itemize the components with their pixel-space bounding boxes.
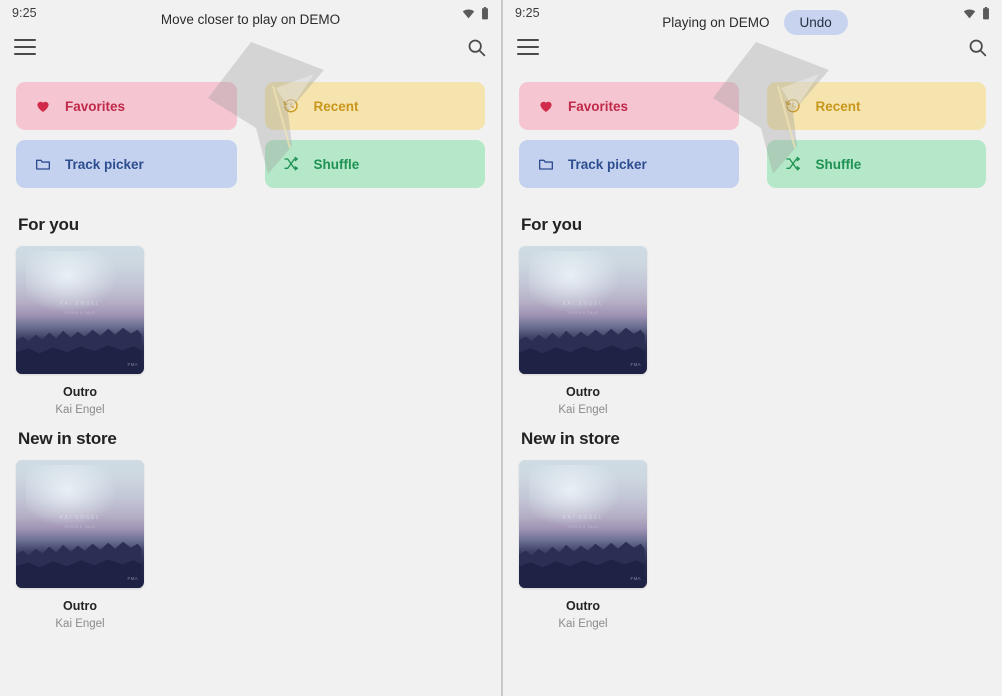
chip-label-track-picker: Track picker — [65, 156, 144, 172]
phone-screen-after: 9:25 Playing on DEMO Undo Favorites Rece… — [501, 0, 1002, 696]
history-icon — [785, 98, 802, 115]
album-art-subtitle-text: Irsen's Tale — [64, 524, 96, 529]
heart-icon — [537, 98, 554, 115]
chip-recent[interactable]: Recent — [766, 82, 986, 130]
app-bar — [503, 26, 1002, 68]
album-card[interactable]: Kai Engel Irsen's Tale FMA Outro Kai Eng… — [16, 246, 144, 416]
chip-favorites[interactable]: Favorites — [16, 82, 237, 130]
album-art-badge: FMA — [127, 362, 138, 368]
section-title: For you — [521, 215, 582, 234]
album-art-subtitle-text: Irsen's Tale — [64, 310, 96, 315]
status-clock: 9:25 — [515, 6, 540, 20]
hamburger-menu-icon[interactable] — [14, 39, 36, 55]
album-title: Outro — [62, 385, 98, 399]
chip-label-track-picker: Track picker — [568, 156, 647, 172]
album-art-badge: FMA — [630, 362, 641, 368]
hamburger-menu-icon[interactable] — [517, 39, 539, 55]
chip-label-favorites: Favorites — [65, 98, 126, 114]
chip-shuffle[interactable]: Shuffle — [766, 140, 986, 188]
section-for-you: For you Kai Engel Irsen's Tale FMA Outro… — [519, 215, 986, 416]
album-art-subtitle-text: Irsen's Tale — [567, 524, 599, 529]
album-art-badge: FMA — [127, 576, 138, 582]
quick-actions-grid: Favorites Recent Track picker Shuffle — [503, 82, 1002, 188]
status-bar: 9:25 — [0, 0, 501, 26]
wifi-icon — [963, 7, 976, 20]
chip-label-recent: Recent — [815, 98, 861, 114]
quick-actions-grid: Favorites Recent Track picker Shuffle — [0, 82, 501, 188]
album-artist: Kai Engel — [55, 618, 105, 630]
album-art-title-text: Kai Engel — [59, 515, 101, 522]
section-title: New in store — [18, 429, 117, 448]
chip-favorites[interactable]: Favorites — [519, 82, 739, 130]
screenshot-stage: 9:25 Move closer to play on DEMO Favorit… — [0, 0, 1002, 696]
chip-label-shuffle: Shuffle — [313, 156, 360, 172]
album-art: Kai Engel Irsen's Tale FMA — [519, 460, 647, 588]
album-card[interactable]: Kai Engel Irsen's Tale FMA Outro Kai Eng… — [16, 460, 144, 630]
album-art-skyline — [519, 327, 645, 374]
search-icon[interactable] — [466, 37, 487, 58]
shuffle-icon — [785, 156, 802, 173]
album-title: Outro — [62, 599, 98, 613]
app-bar — [0, 26, 501, 68]
chip-recent[interactable]: Recent — [264, 82, 485, 130]
phone-screen-before: 9:25 Move closer to play on DEMO Favorit… — [0, 0, 501, 696]
section-new-in-store: New in store Kai Engel Irsen's Tale FMA … — [16, 429, 485, 630]
album-title: Outro — [565, 385, 601, 399]
folder-icon — [34, 156, 51, 173]
album-art-skyline — [16, 541, 142, 588]
chip-label-recent: Recent — [313, 98, 359, 114]
album-art-title-text: Kai Engel — [59, 301, 101, 308]
album-art-subtitle-text: Irsen's Tale — [567, 310, 599, 315]
album-artist: Kai Engel — [558, 618, 608, 630]
search-icon[interactable] — [967, 37, 988, 58]
album-artist: Kai Engel — [558, 404, 608, 416]
chip-track-picker[interactable]: Track picker — [16, 140, 237, 188]
folder-icon — [537, 156, 554, 173]
status-bar: 9:25 — [503, 0, 1002, 26]
chip-label-favorites: Favorites — [568, 98, 629, 114]
album-art-skyline — [16, 327, 142, 374]
chip-track-picker[interactable]: Track picker — [519, 140, 739, 188]
section-new-in-store: New in store Kai Engel Irsen's Tale FMA … — [519, 429, 986, 630]
album-art-title-text: Kai Engel — [562, 515, 604, 522]
section-for-you: For you Kai Engel Irsen's Tale FMA Outro… — [16, 215, 485, 416]
history-icon — [283, 98, 300, 115]
album-art: Kai Engel Irsen's Tale FMA — [16, 246, 144, 374]
content-scroll-area[interactable]: For you Kai Engel Irsen's Tale FMA Outro… — [503, 205, 1002, 696]
shuffle-icon — [283, 156, 300, 173]
album-artist: Kai Engel — [55, 404, 105, 416]
status-icon-group — [963, 6, 990, 20]
section-title: New in store — [521, 429, 620, 448]
album-art: Kai Engel Irsen's Tale FMA — [16, 460, 144, 588]
wifi-icon — [462, 7, 475, 20]
album-art-skyline — [519, 541, 645, 588]
battery-icon — [982, 6, 990, 20]
status-clock: 9:25 — [12, 6, 37, 20]
status-icon-group — [462, 6, 489, 20]
heart-icon — [34, 98, 51, 115]
album-art: Kai Engel Irsen's Tale FMA — [519, 246, 647, 374]
chip-shuffle[interactable]: Shuffle — [264, 140, 485, 188]
album-card[interactable]: Kai Engel Irsen's Tale FMA Outro Kai Eng… — [519, 246, 647, 416]
battery-icon — [481, 6, 489, 20]
chip-label-shuffle: Shuffle — [815, 156, 862, 172]
undo-button[interactable]: Undo — [783, 10, 848, 35]
album-title: Outro — [565, 599, 601, 613]
content-scroll-area[interactable]: For you Kai Engel Irsen's Tale FMA Outro… — [0, 205, 501, 696]
album-card[interactable]: Kai Engel Irsen's Tale FMA Outro Kai Eng… — [519, 460, 647, 630]
album-art-title-text: Kai Engel — [562, 301, 604, 308]
album-art-badge: FMA — [630, 576, 641, 582]
section-title: For you — [18, 215, 79, 234]
